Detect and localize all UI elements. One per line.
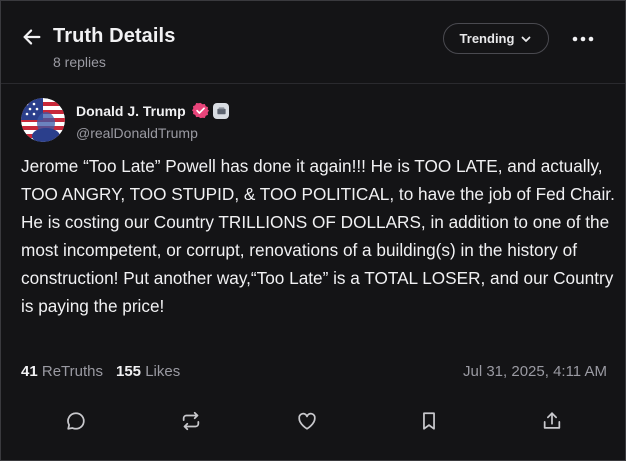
back-arrow-icon[interactable]: [21, 26, 43, 48]
action-bar: [1, 405, 625, 437]
verified-check-icon: [192, 102, 209, 119]
post-timestamp: Jul 31, 2025, 4:11 AM: [463, 363, 607, 380]
retruth-icon[interactable]: [179, 409, 203, 433]
sort-label: Trending: [459, 31, 515, 46]
sort-dropdown-button[interactable]: Trending: [443, 23, 549, 54]
like-icon[interactable]: [295, 409, 319, 433]
likes-count: 155: [116, 363, 142, 380]
retruths-stat[interactable]: 41 ReTruths: [21, 363, 103, 380]
author-name[interactable]: Donald J. Trump: [76, 103, 186, 119]
post-body: Jerome “Too Late” Powell has done it aga…: [21, 156, 615, 316]
chevron-down-icon: [520, 33, 532, 45]
header: Truth Details 8 replies Trending: [1, 1, 625, 83]
header-divider: [1, 83, 625, 84]
page-title: Truth Details: [53, 25, 176, 47]
engagement-stats: 41 ReTruths 155 Likes: [21, 363, 180, 380]
reply-icon[interactable]: [64, 409, 88, 433]
avatar[interactable]: [21, 98, 65, 142]
author-handle[interactable]: @realDonaldTrump: [76, 125, 198, 141]
share-icon[interactable]: [540, 409, 564, 433]
likes-stat[interactable]: 155 Likes: [116, 363, 180, 380]
retruths-label: ReTruths: [41, 363, 103, 380]
replies-count: 8 replies: [53, 54, 106, 70]
bookmark-icon[interactable]: [417, 409, 441, 433]
retruths-count: 41: [21, 363, 38, 380]
more-options-button[interactable]: [571, 29, 595, 49]
more-horizontal-icon: [572, 36, 594, 42]
organization-badge-icon: [213, 103, 229, 119]
likes-label: Likes: [145, 363, 181, 380]
